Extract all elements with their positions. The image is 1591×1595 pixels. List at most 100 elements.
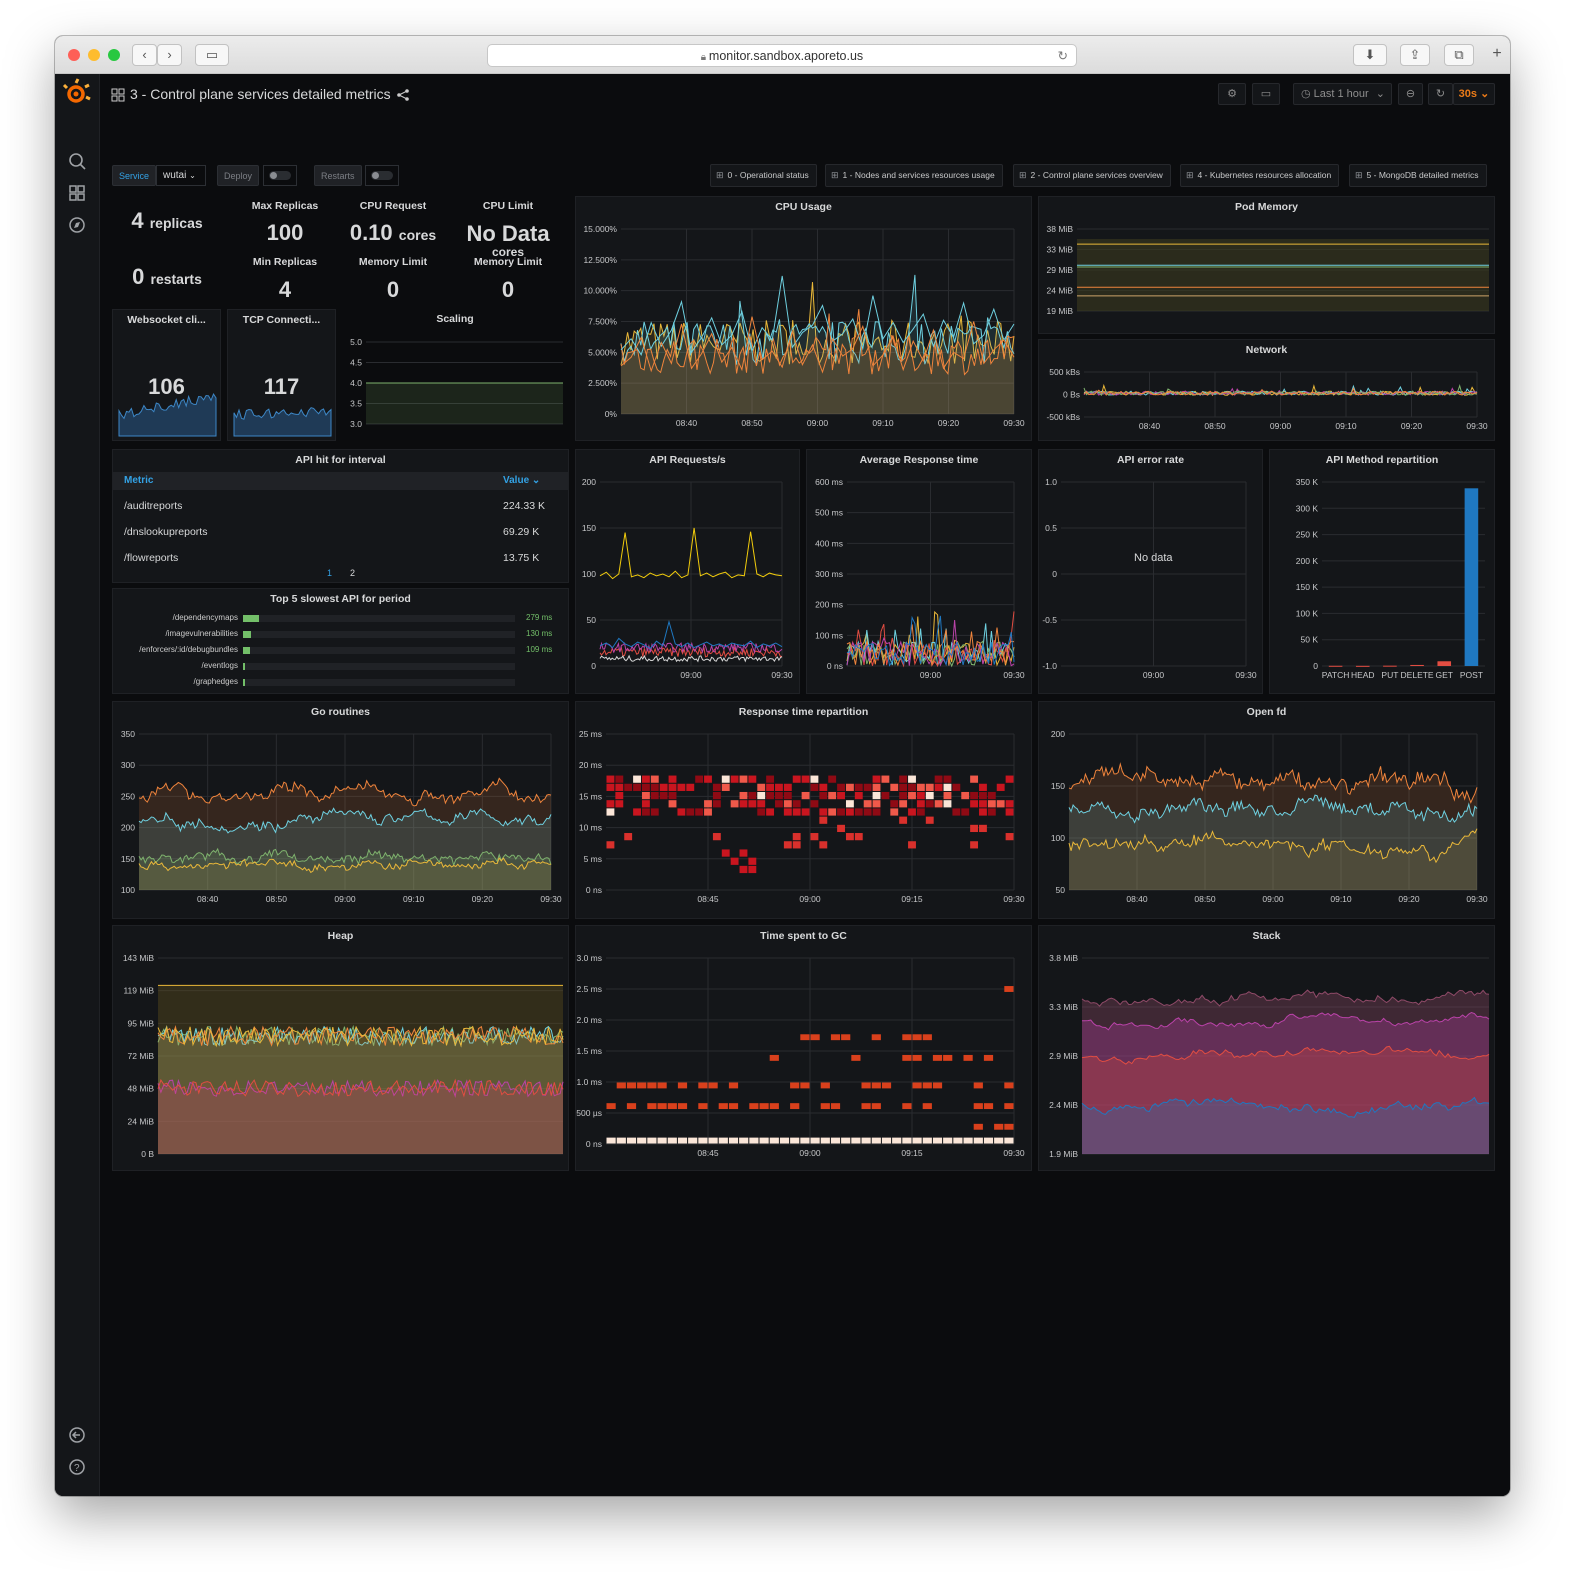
zoom-window-button[interactable]: [108, 49, 120, 61]
settings-button[interactable]: ⚙: [1218, 83, 1246, 105]
sign-in-icon[interactable]: [67, 1425, 87, 1445]
dashboard-grid-icon: ⊞: [831, 170, 839, 180]
heat-cell: [657, 1103, 667, 1110]
heat-cell: [925, 800, 934, 808]
restarts-toggle[interactable]: [365, 165, 399, 186]
x-tick-label: 09:10: [1335, 421, 1357, 431]
heat-cell: [952, 808, 961, 816]
dashboard-link-operational[interactable]: ⊞ 0 - Operational status: [710, 164, 817, 187]
heat-cell: [872, 808, 881, 816]
reload-icon[interactable]: ↻: [1058, 45, 1068, 67]
time-picker-button[interactable]: ◷ Last 1 hour ⌄: [1293, 83, 1392, 105]
heat-cell: [837, 808, 845, 816]
heat-cell: [851, 1054, 861, 1061]
search-icon[interactable]: [67, 151, 87, 171]
table-row-value: 13.75 K: [503, 552, 540, 564]
value-column-header[interactable]: Value ⌄: [503, 475, 540, 486]
share-icon[interactable]: [397, 89, 409, 101]
heat-cell: [819, 783, 828, 791]
heat-cell: [837, 783, 845, 791]
heat-cell: [916, 783, 925, 791]
x-tick-label: 09:30: [771, 670, 793, 680]
heat-cell: [616, 1082, 626, 1089]
bar-gauge-fill: [243, 615, 260, 622]
x-tick-label: 09:00: [1143, 670, 1165, 680]
heat-cell: [615, 791, 624, 800]
heat-cell: [830, 1103, 841, 1110]
y-tick-label: 200: [121, 823, 135, 833]
heat-cell: [1005, 800, 1014, 808]
minimize-window-button[interactable]: [88, 49, 100, 61]
heat-cell: [890, 808, 899, 816]
grafana-logo[interactable]: [55, 74, 100, 119]
heat-cell: [667, 1103, 677, 1110]
api-requests-chart: 200 150 100 50 0 09:00 09:30: [582, 477, 793, 680]
heat-cell: [828, 775, 837, 783]
y-tick-label: 2.9 MiB: [1049, 1051, 1078, 1061]
y-tick-label: 0%: [605, 409, 618, 419]
scaling-panel: Scaling 5.0 4.5 4.0 3.5 3.0: [341, 309, 569, 441]
heat-cell: [899, 816, 908, 824]
y-tick-label: -1.0: [1042, 661, 1057, 671]
stack-chart: 3.8 MiB 3.3 MiB 2.9 MiB 2.4 MiB 1.9 MiB: [1049, 953, 1490, 1159]
memory-limit2-title: Memory Limit: [473, 256, 543, 268]
heat-cell: [908, 841, 916, 849]
x-tick-label: 09:00: [1270, 421, 1292, 431]
y-tick-label: 300: [121, 760, 135, 770]
heat-cell: [667, 1137, 677, 1144]
heat-cell: [615, 775, 624, 783]
tv-mode-button[interactable]: ▭: [1252, 83, 1280, 105]
y-tick-label: 4.5: [350, 358, 362, 368]
explore-icon[interactable]: [67, 215, 87, 235]
api-method-panel: API Method repartition 350 K 300 K 250 K 200…: [1269, 449, 1495, 694]
heat-cell: [749, 1103, 759, 1110]
svg-text:?: ?: [74, 1463, 80, 1474]
heat-cell: [970, 824, 979, 833]
heat-cell: [963, 1054, 973, 1061]
dashboards-icon[interactable]: [67, 183, 87, 203]
back-button[interactable]: ‹: [132, 44, 157, 66]
heat-cell: [792, 800, 801, 808]
heat-cell: [845, 808, 854, 816]
cpu-usage-panel: CPU Usage 15.000% 12.500% 10.000% 7.500% 5.00…: [575, 196, 1032, 441]
heat-cell: [728, 1103, 739, 1110]
dashboard-grid-icon: ⊞: [1355, 170, 1363, 180]
slowest-api-name: /imagevulnerabilities: [165, 629, 238, 638]
heat-cell: [810, 800, 819, 808]
refresh-interval-button[interactable]: 30s ⌄: [1453, 83, 1495, 105]
time-range-label: Last 1 hour: [1313, 88, 1369, 100]
heat-cell: [908, 783, 916, 791]
heat-cell: [881, 775, 890, 783]
help-icon[interactable]: ?: [67, 1457, 87, 1477]
heat-cell: [983, 1054, 994, 1061]
share-button[interactable]: ⇪: [1400, 44, 1430, 66]
close-window-button[interactable]: [68, 49, 80, 61]
no-data-label: No data: [1134, 552, 1173, 564]
sort-desc-icon: ⌄: [531, 475, 541, 486]
refresh-button[interactable]: ↻: [1428, 83, 1453, 105]
heat-cell: [845, 800, 854, 808]
page-2-button[interactable]: 2: [350, 568, 355, 578]
heat-cell: [837, 824, 845, 833]
downloads-button[interactable]: ⬇: [1353, 44, 1387, 66]
dashboard-title[interactable]: 3 - Control plane services detailed metr…: [130, 86, 391, 102]
dashboard-link-nodes[interactable]: ⊞ 1 - Nodes and services resources usage: [825, 164, 1003, 187]
deploy-toggle[interactable]: [263, 165, 297, 186]
zoom-out-button[interactable]: ⊖: [1398, 83, 1423, 105]
sidebar-toggle-button[interactable]: ▭: [195, 44, 229, 66]
service-variable-select[interactable]: wutai ⌄: [156, 165, 206, 186]
heat-cell: [708, 1137, 718, 1144]
heat-cell: [626, 1137, 637, 1144]
tabs-button[interactable]: ⧉: [1444, 44, 1474, 66]
forward-button[interactable]: ›: [157, 44, 182, 66]
heat-cell: [943, 791, 952, 800]
heat-cell: [983, 1137, 994, 1144]
heat-cell: [790, 1103, 800, 1110]
dashboard-link-control-plane[interactable]: ⊞ 2 - Control plane services overview: [1013, 164, 1171, 187]
page-1-button[interactable]: 1: [327, 568, 332, 578]
address-bar[interactable]: 🔒︎ monitor.sandbox.aporeto.us ↻: [487, 44, 1077, 67]
dashboard-link-mongodb[interactable]: ⊞ 5 - MongoDB detailed metrics: [1349, 164, 1487, 187]
dashboard-link-kubernetes[interactable]: ⊞ 4 - Kubernetes resources allocation: [1180, 164, 1340, 187]
metric-column-header[interactable]: Metric: [124, 475, 153, 486]
new-tab-button[interactable]: +: [1484, 44, 1510, 66]
